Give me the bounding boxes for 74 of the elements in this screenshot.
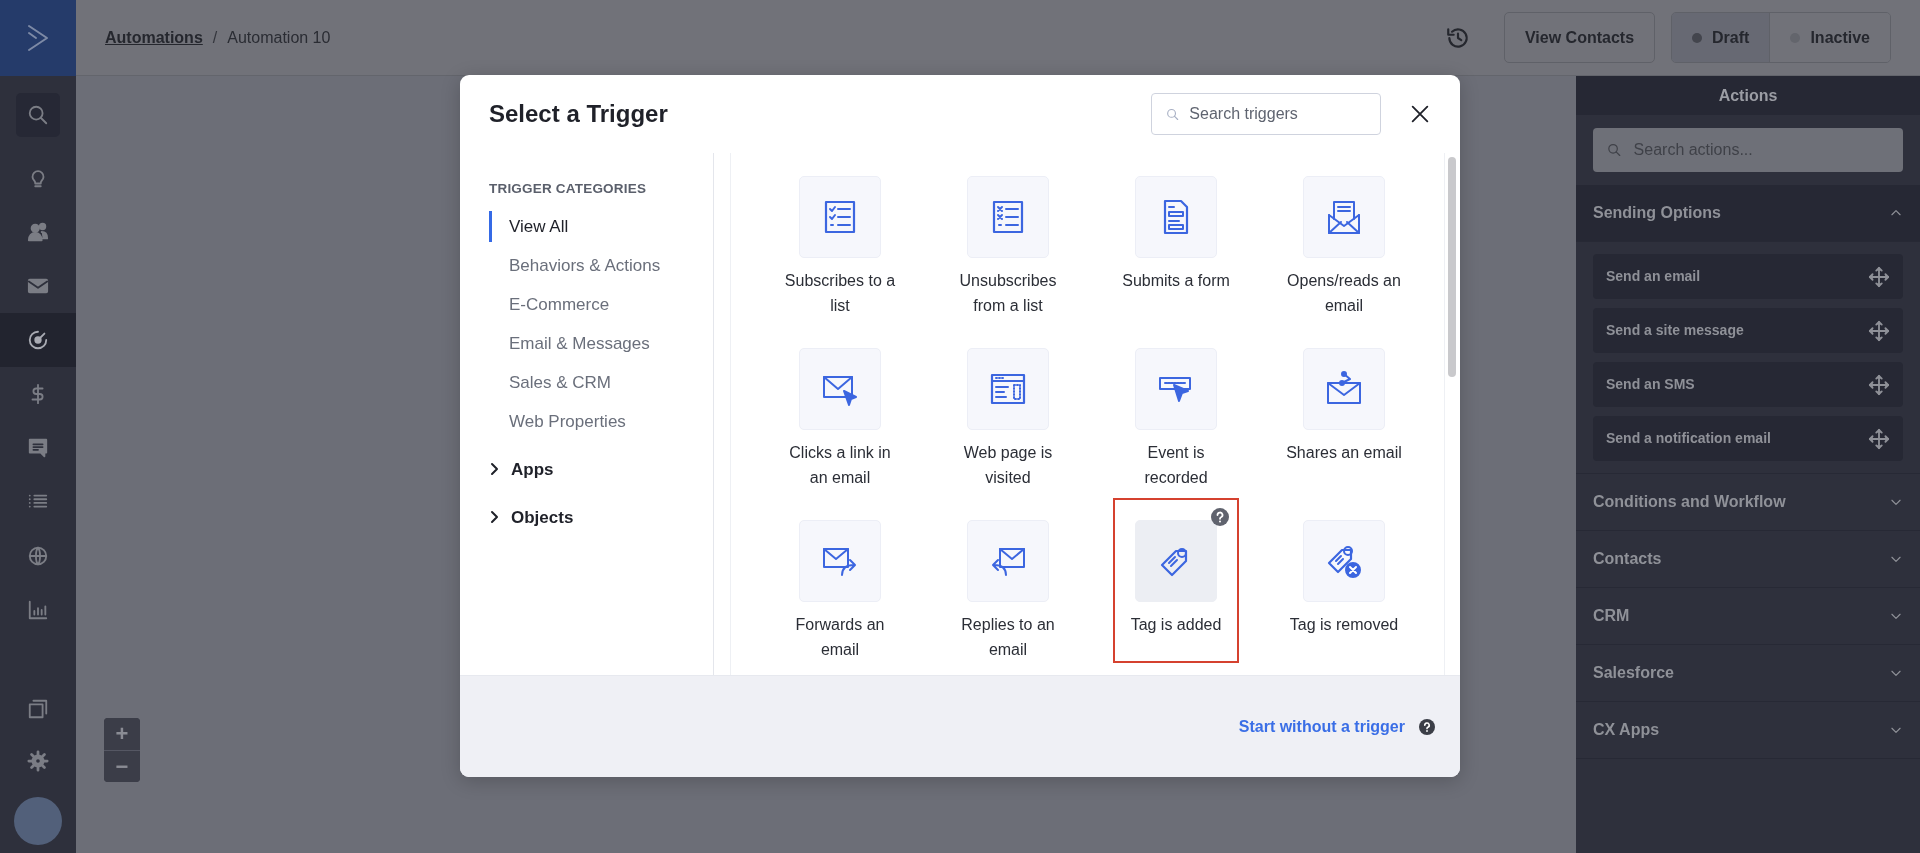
close-icon — [1409, 103, 1431, 125]
trigger-label: Forwards an email — [794, 615, 886, 660]
close-button[interactable] — [1409, 103, 1431, 125]
logo-icon — [26, 23, 50, 53]
breadcrumb-current: Automation 10 — [227, 27, 331, 48]
move-icon — [1868, 265, 1890, 288]
avatar[interactable] — [14, 797, 62, 845]
help-icon — [1211, 508, 1229, 526]
panel-title: Actions — [1718, 85, 1778, 106]
search-icon — [1166, 106, 1180, 122]
search-button[interactable] — [16, 93, 60, 137]
trigger-label: Opens/reads an email — [1286, 271, 1402, 316]
start-without-trigger-link[interactable]: Start without a trigger — [1238, 714, 1405, 739]
trigger-label: Tag is added — [1129, 615, 1223, 635]
trigger-label: Replies to an email — [960, 615, 1056, 660]
automation-icon — [27, 329, 49, 351]
chat-icon — [27, 437, 49, 459]
trigger-option[interactable]: Unsubscribes from a list — [945, 176, 1071, 341]
scrollbar-thumb[interactable] — [1448, 157, 1456, 377]
section-header[interactable]: Sending Options — [1576, 185, 1920, 242]
category-item[interactable]: E-Commerce — [489, 289, 610, 321]
trigger-option[interactable]: Replies to an email — [945, 520, 1071, 675]
breadcrumb-separator: / — [212, 27, 218, 48]
search-icon — [1607, 142, 1622, 158]
trigger-label: Unsubscribes from a list — [958, 271, 1058, 316]
trigger-option[interactable]: Submits a form — [1113, 176, 1239, 341]
status-dot — [1692, 32, 1703, 43]
move-icon — [1868, 373, 1890, 396]
trigger-option[interactable]: Web page is visited — [945, 348, 1071, 513]
category-item[interactable]: View All — [489, 211, 569, 243]
trigger-label: Clicks a link in an email — [788, 443, 892, 488]
settings-icon — [27, 750, 49, 772]
category-item[interactable]: Email & Messages — [489, 328, 650, 360]
action-item[interactable]: Send a site message — [1593, 308, 1903, 353]
move-icon — [1868, 319, 1890, 342]
status-toggle[interactable]: Draft — [1672, 13, 1770, 62]
action-item[interactable]: Send an SMS — [1593, 362, 1903, 407]
chevron-right-icon — [489, 462, 501, 477]
action-item[interactable]: Send a notification email — [1593, 416, 1903, 461]
trigger-label: Web page is visited — [962, 443, 1054, 488]
category-item[interactable]: Behaviors & Actions — [489, 250, 661, 282]
trigger-option[interactable]: Shares an email — [1281, 348, 1407, 513]
category-item[interactable]: Web Properties — [489, 406, 626, 438]
bar-chart-icon — [27, 599, 49, 621]
category-group[interactable]: Objects — [489, 501, 574, 534]
search-field[interactable]: Search triggers — [1151, 93, 1381, 135]
breadcrumb-link[interactable]: Automations — [105, 25, 203, 50]
help-icon — [1419, 718, 1435, 735]
status-toggle[interactable]: Inactive — [1769, 13, 1890, 62]
trigger-label: Submits a form — [1121, 271, 1231, 291]
view-contacts-button[interactable]: View Contacts — [1504, 12, 1656, 63]
trigger-label: Subscribes to a list — [783, 271, 897, 316]
people-icon — [27, 221, 49, 243]
trigger-option[interactable]: Tag is removed — [1281, 520, 1407, 675]
dialog-title: Select a Trigger — [489, 99, 668, 129]
trigger-label: Tag is removed — [1288, 615, 1400, 635]
search-icon — [27, 104, 49, 126]
move-icon — [1868, 427, 1890, 450]
category-item[interactable]: Sales & CRM — [489, 367, 612, 399]
trigger-option[interactable]: Opens/reads an email — [1281, 176, 1407, 341]
zoom-out-button[interactable]: − — [104, 750, 140, 782]
trigger-option[interactable]: Clicks a link in an email — [777, 348, 903, 513]
nav-button[interactable] — [0, 313, 76, 367]
trigger-label: Shares an email — [1285, 443, 1403, 463]
trigger-option[interactable]: Forwards an email — [777, 520, 903, 675]
stacked-windows-icon — [27, 698, 49, 720]
trigger-option[interactable]: Tag is added — [1113, 498, 1239, 663]
section-heading: TRIGGER CATEGORIES — [489, 180, 648, 198]
globe-icon — [27, 545, 49, 567]
category-group[interactable]: Apps — [489, 453, 554, 486]
action-item[interactable]: Send an email — [1593, 254, 1903, 299]
trigger-option[interactable]: Subscribes to a list — [777, 176, 903, 341]
chevron-right-icon — [489, 510, 501, 525]
trigger-label: Event is recorded — [1143, 443, 1209, 488]
